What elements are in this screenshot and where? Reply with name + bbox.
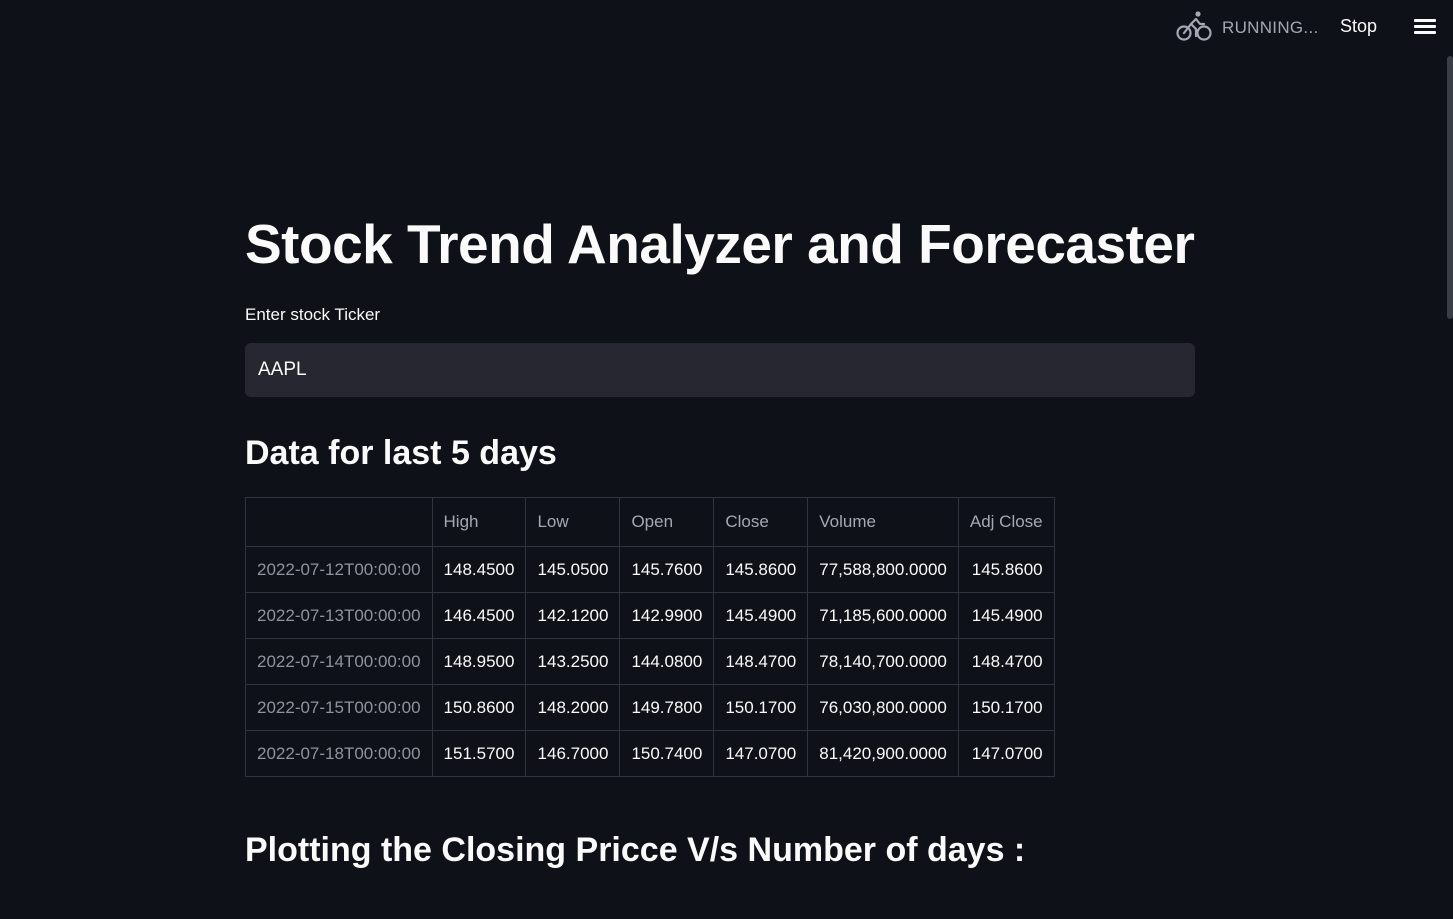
low-cell: 143.2500 bbox=[525, 638, 621, 685]
row-index-cell: 2022-07-15T00:00:00 bbox=[245, 684, 433, 731]
column-header-high[interactable]: High bbox=[431, 497, 527, 547]
plot-section-heading: Plotting the Closing Pricce V/s Number o… bbox=[245, 831, 1026, 869]
data-section-heading: Data for last 5 days bbox=[245, 434, 557, 472]
high-cell: 150.8600 bbox=[431, 684, 527, 731]
table-row: 2022-07-15T00:00:00 150.8600 148.2000 14… bbox=[245, 684, 1055, 731]
row-index-cell: 2022-07-14T00:00:00 bbox=[245, 638, 433, 685]
scrollbar-thumb[interactable] bbox=[1447, 56, 1453, 319]
close-cell: 145.4900 bbox=[713, 592, 809, 639]
column-header-volume[interactable]: Volume bbox=[807, 497, 959, 547]
adj-close-cell: 145.4900 bbox=[957, 592, 1055, 639]
volume-cell: 77,588,800.0000 bbox=[807, 546, 959, 593]
adj-close-cell: 147.0700 bbox=[957, 730, 1055, 777]
low-cell: 146.7000 bbox=[525, 730, 621, 777]
table-header-row: High Low Open Close Volume Adj Close bbox=[245, 497, 1055, 547]
stock-data-table: High Low Open Close Volume Adj Close 202… bbox=[245, 497, 1055, 777]
high-cell: 148.9500 bbox=[431, 638, 527, 685]
volume-cell: 78,140,700.0000 bbox=[807, 638, 959, 685]
ticker-input[interactable] bbox=[245, 343, 1195, 397]
running-bicycle-icon bbox=[1176, 9, 1212, 48]
close-cell: 150.1700 bbox=[713, 684, 809, 731]
close-cell: 148.4700 bbox=[713, 638, 809, 685]
column-header-open[interactable]: Open bbox=[619, 497, 715, 547]
open-cell: 150.7400 bbox=[619, 730, 715, 777]
column-header-close[interactable]: Close bbox=[713, 497, 809, 547]
status-text: RUNNING... bbox=[1222, 18, 1319, 37]
adj-close-cell: 148.4700 bbox=[957, 638, 1055, 685]
app-header: RUNNING... Stop bbox=[0, 0, 1453, 56]
adj-close-cell: 145.8600 bbox=[957, 546, 1055, 593]
low-cell: 142.1200 bbox=[525, 592, 621, 639]
stop-button[interactable]: Stop bbox=[1330, 14, 1387, 39]
volume-cell: 71,185,600.0000 bbox=[807, 592, 959, 639]
low-cell: 148.2000 bbox=[525, 684, 621, 731]
row-index-cell: 2022-07-18T00:00:00 bbox=[245, 730, 433, 777]
volume-cell: 76,030,800.0000 bbox=[807, 684, 959, 731]
page-title: Stock Trend Analyzer and Forecaster bbox=[245, 213, 1195, 275]
open-cell: 144.0800 bbox=[619, 638, 715, 685]
volume-cell: 81,420,900.0000 bbox=[807, 730, 959, 777]
hamburger-menu-icon[interactable] bbox=[1412, 16, 1438, 40]
table-row: 2022-07-13T00:00:00 146.4500 142.1200 14… bbox=[245, 592, 1055, 639]
ticker-input-label: Enter stock Ticker bbox=[245, 305, 381, 324]
high-cell: 146.4500 bbox=[431, 592, 527, 639]
column-header-low[interactable]: Low bbox=[525, 497, 621, 547]
column-header-adj-close[interactable]: Adj Close bbox=[957, 497, 1055, 547]
close-cell: 145.8600 bbox=[713, 546, 809, 593]
row-index-cell: 2022-07-12T00:00:00 bbox=[245, 546, 433, 593]
close-cell: 147.0700 bbox=[713, 730, 809, 777]
open-cell: 149.7800 bbox=[619, 684, 715, 731]
open-cell: 142.9900 bbox=[619, 592, 715, 639]
row-index-cell: 2022-07-13T00:00:00 bbox=[245, 592, 433, 639]
running-status: RUNNING... bbox=[1176, 10, 1319, 46]
table-row: 2022-07-18T00:00:00 151.5700 146.7000 15… bbox=[245, 730, 1055, 777]
low-cell: 145.0500 bbox=[525, 546, 621, 593]
table-row: 2022-07-12T00:00:00 148.4500 145.0500 14… bbox=[245, 546, 1055, 593]
high-cell: 151.5700 bbox=[431, 730, 527, 777]
high-cell: 148.4500 bbox=[431, 546, 527, 593]
adj-close-cell: 150.1700 bbox=[957, 684, 1055, 731]
open-cell: 145.7600 bbox=[619, 546, 715, 593]
table-row: 2022-07-14T00:00:00 148.9500 143.2500 14… bbox=[245, 638, 1055, 685]
column-header-index[interactable] bbox=[245, 497, 433, 547]
